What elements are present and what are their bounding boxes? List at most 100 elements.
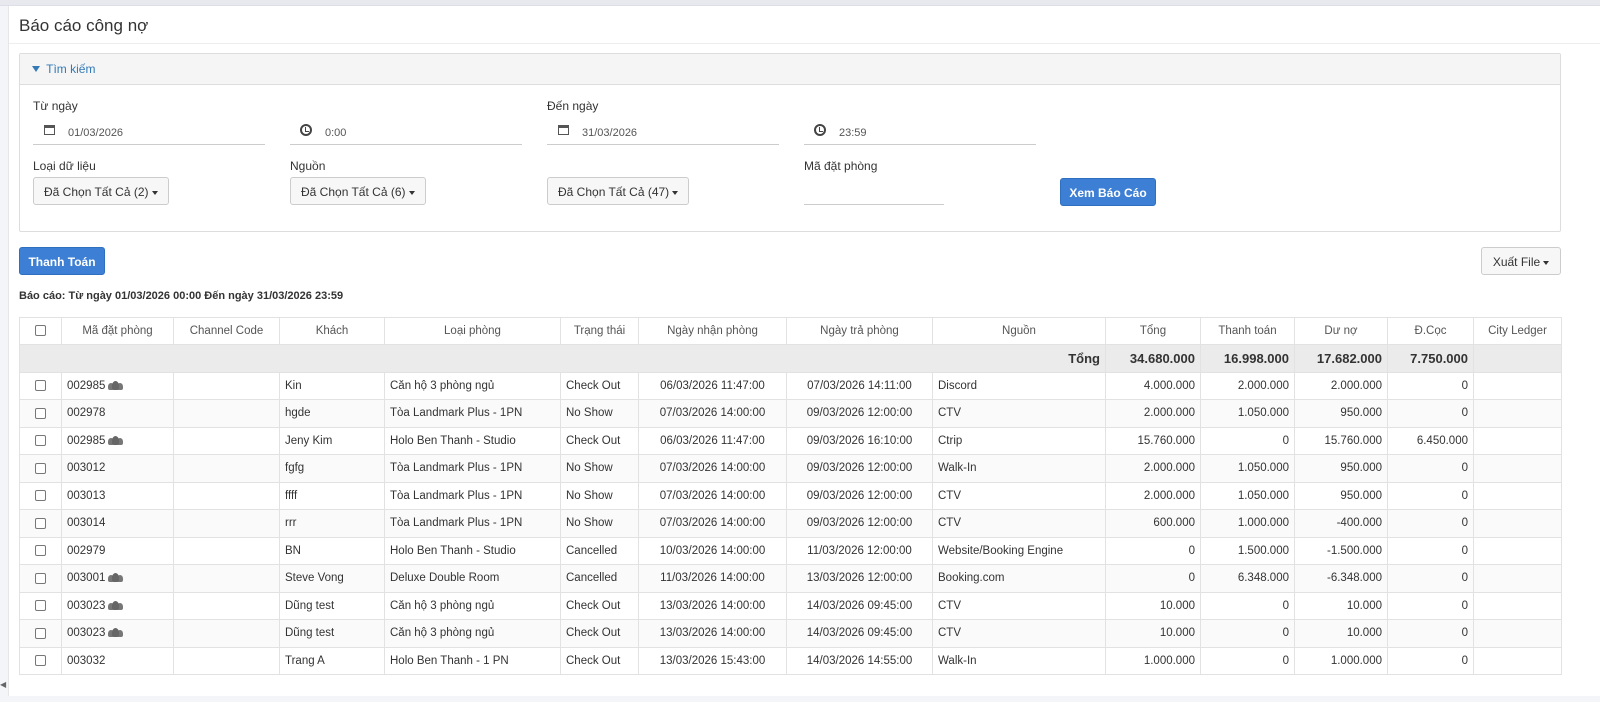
booking-code-cell[interactable]: 002985: [61, 371, 174, 400]
col-header[interactable]: Tổng: [1105, 317, 1201, 345]
caret-down-icon: [408, 190, 415, 195]
scroll-left-arrow-icon[interactable]: ◀: [0, 680, 6, 689]
col-header[interactable]: Ngày trả phòng: [786, 317, 933, 345]
caret-down-icon: [151, 190, 158, 195]
channel-code-cell: [173, 426, 280, 455]
city-ledger-cell: [1473, 481, 1562, 510]
table-row[interactable]: 003001 Steve Vong Deluxe Double Room Cancel…: [19, 564, 1562, 593]
to-time-field[interactable]: 23:59: [804, 119, 1036, 145]
booking-code-input[interactable]: [804, 178, 944, 205]
table-row[interactable]: 002985 Kin Căn hộ 3 phòng ngủ Check Out 06/0…: [19, 371, 1562, 400]
table-row[interactable]: 002979 BN Holo Ben Thanh - Studio Cancelled…: [19, 536, 1562, 565]
table-row[interactable]: 003013 ffff Tòa Landmark Plus - 1PN No Show…: [19, 481, 1562, 510]
booking-code-cell[interactable]: 003001: [61, 564, 174, 593]
col-header[interactable]: Dư nợ: [1294, 317, 1388, 345]
city-ledger-cell: [1473, 646, 1562, 675]
row-checkbox[interactable]: [35, 545, 46, 557]
channel-code-cell: [173, 399, 280, 428]
status-cell: Cancelled: [560, 564, 639, 593]
booking-code-cell[interactable]: 003023: [61, 591, 174, 620]
paid-cell: 0: [1200, 426, 1295, 455]
col-header[interactable]: Channel Code: [173, 317, 280, 345]
row-checkbox[interactable]: [35, 407, 46, 419]
row-checkbox[interactable]: [35, 517, 46, 529]
paid-cell: 0: [1200, 591, 1295, 620]
checkout-cell: 09/03/2026 12:00:00: [786, 454, 933, 483]
source-cell: Ctrip: [932, 426, 1106, 455]
export-file-button[interactable]: Xuất File: [1481, 247, 1561, 275]
room-type-cell: Căn hộ 3 phòng ngủ: [384, 371, 561, 400]
checkout-cell: 09/03/2026 16:10:00: [786, 426, 933, 455]
col-header[interactable]: Ngày nhận phòng: [638, 317, 787, 345]
booking-code-cell[interactable]: 003014: [61, 509, 174, 538]
paid-cell: 1.500.000: [1200, 536, 1295, 565]
row-checkbox[interactable]: [35, 600, 46, 612]
channel-code-cell: [173, 454, 280, 483]
row-checkbox[interactable]: [35, 462, 46, 474]
col-header[interactable]: City Ledger: [1473, 317, 1562, 345]
col-header[interactable]: Khách: [279, 317, 385, 345]
table-row[interactable]: 003014 rrr Tòa Landmark Plus - 1PN No Show 0…: [19, 509, 1562, 538]
checkout-cell: 13/03/2026 12:00:00: [786, 564, 933, 593]
deposit-cell: 0: [1387, 619, 1474, 648]
paid-cell: 6.348.000: [1200, 564, 1295, 593]
total-amount: 34.680.000: [1105, 344, 1201, 373]
table-row[interactable]: 003032 Trang A Holo Ben Thanh - 1 PN Check …: [19, 646, 1562, 675]
table-row[interactable]: 002985 Jeny Kim Holo Ben Thanh - Studio Che…: [19, 426, 1562, 455]
row-checkbox[interactable]: [35, 627, 46, 639]
total-cell: 4.000.000: [1105, 371, 1201, 400]
view-report-button[interactable]: Xem Báo Cáo: [1060, 178, 1156, 206]
col-header[interactable]: Trạng thái: [560, 317, 639, 345]
table-row[interactable]: 003023 Dũng test Căn hộ 3 phòng ngủ Check O…: [19, 619, 1562, 648]
col-header[interactable]: Loại phòng: [384, 317, 561, 345]
booking-code: 002978: [67, 407, 106, 420]
room-type-cell: Tòa Landmark Plus - 1PN: [384, 509, 561, 538]
total-debt: 17.682.000: [1294, 344, 1388, 373]
total-cell: 0: [1105, 564, 1201, 593]
total-cell: 0: [1105, 536, 1201, 565]
booking-code-cell[interactable]: 002979: [61, 536, 174, 565]
row-checkbox[interactable]: [35, 655, 46, 667]
deposit-cell: 0: [1387, 371, 1474, 400]
col-header[interactable]: Đ.Cọc: [1387, 317, 1474, 345]
booking-code-cell[interactable]: 002985: [61, 426, 174, 455]
to-date-field[interactable]: 31/03/2026: [547, 119, 779, 145]
total-cell: 600.000: [1105, 509, 1201, 538]
booking-code-cell[interactable]: 002978: [61, 399, 174, 428]
row-checkbox[interactable]: [35, 380, 46, 392]
booking-code-cell[interactable]: 003032: [61, 646, 174, 675]
booking-code-cell[interactable]: 003023: [61, 619, 174, 648]
source-dropdown[interactable]: Đã Chọn Tất Cả (6): [290, 177, 426, 205]
data-type-dropdown[interactable]: Đã Chọn Tất Cả (2): [33, 177, 169, 205]
debt-cell: 10.000: [1294, 619, 1388, 648]
status-cell: No Show: [560, 509, 639, 538]
deposit-cell: 0: [1387, 454, 1474, 483]
row-checkbox[interactable]: [35, 435, 46, 447]
group-users-icon: [108, 435, 124, 446]
booking-code-cell[interactable]: 003012: [61, 454, 174, 483]
deposit-cell: 0: [1387, 591, 1474, 620]
source-cell: CTV: [932, 619, 1106, 648]
table-row[interactable]: 002978 hgde Tòa Landmark Plus - 1PN No Show…: [19, 399, 1562, 428]
checkin-cell: 13/03/2026 14:00:00: [638, 619, 787, 648]
room-type-dropdown[interactable]: Đã Chọn Tất Cả (47): [547, 177, 690, 205]
select-all-checkbox[interactable]: [35, 325, 46, 337]
col-header[interactable]: Nguồn: [932, 317, 1106, 345]
row-checkbox[interactable]: [35, 572, 46, 584]
to-date-label: Đến ngày: [547, 99, 599, 113]
col-header[interactable]: Thanh toán: [1200, 317, 1295, 345]
debt-cell: -400.000: [1294, 509, 1388, 538]
row-select-cell: [19, 646, 62, 675]
row-checkbox[interactable]: [35, 490, 46, 502]
table-row[interactable]: 003012 fgfg Tòa Landmark Plus - 1PN No Show…: [19, 454, 1562, 483]
status-cell: Check Out: [560, 646, 639, 675]
booking-code-cell[interactable]: 003013: [61, 481, 174, 510]
table-row[interactable]: 003023 Dũng test Căn hộ 3 phòng ngủ Check O…: [19, 591, 1562, 620]
from-time-field[interactable]: 0:00: [290, 119, 522, 145]
col-header[interactable]: Mã đặt phòng: [61, 317, 174, 345]
payment-button[interactable]: Thanh Toán: [19, 247, 105, 275]
search-panel-header[interactable]: Tìm kiếm: [20, 54, 1560, 85]
report-range-note: Báo cáo: Từ ngày 01/03/2026 00:00 Đến ng…: [19, 290, 344, 302]
status-cell: Check Out: [560, 426, 639, 455]
from-date-field[interactable]: 01/03/2026: [33, 119, 265, 145]
